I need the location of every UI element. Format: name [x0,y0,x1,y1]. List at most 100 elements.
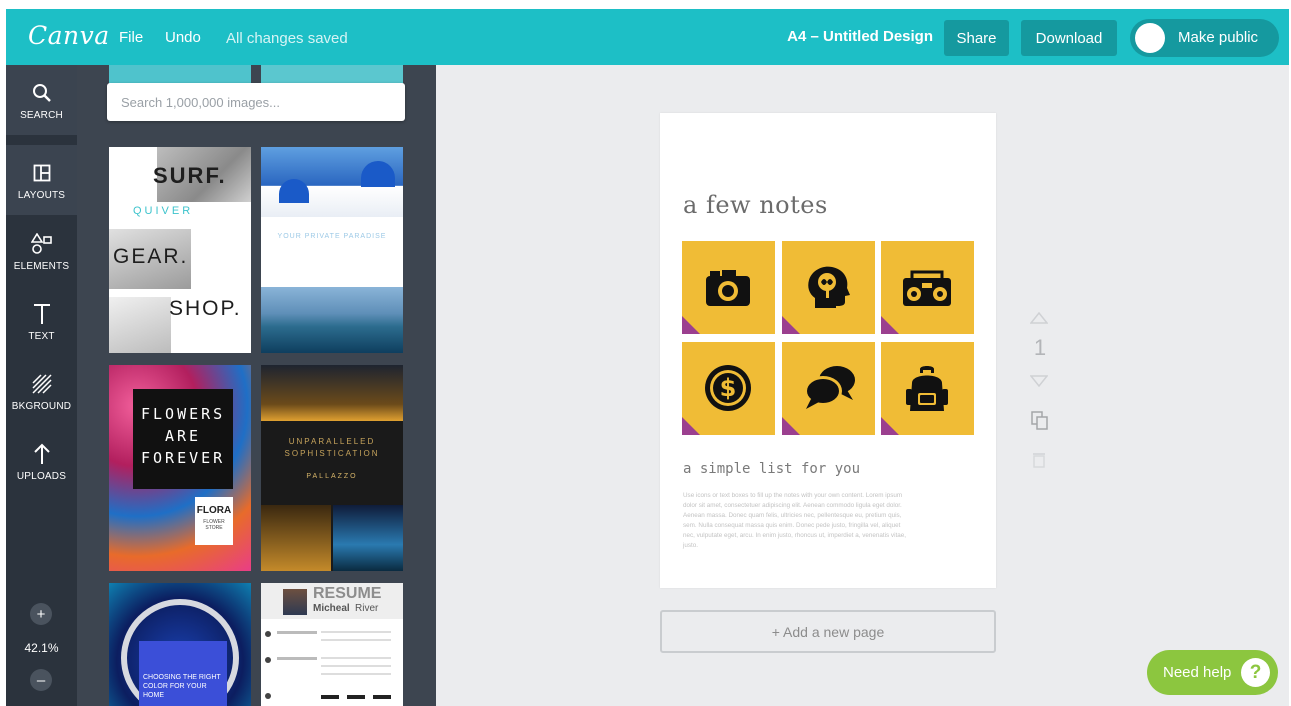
shapes-icon [30,231,53,257]
resume-first: Micheal [313,603,350,614]
hotel-photo [261,365,403,421]
image-search-input[interactable]: Search 1,000,000 images... [107,83,405,121]
shop-text: SHOP. [169,297,242,320]
help-button[interactable]: Need help ? [1147,650,1278,695]
undo-button[interactable]: Undo [165,29,201,46]
resume-line [321,631,391,633]
make-public-label: Make public [1178,29,1259,46]
resume-line [321,639,391,641]
brain-icon [808,266,850,308]
template-color[interactable]: CHOOSING THE RIGHT COLOR FOR YOUR HOME [109,583,251,706]
template-resume[interactable]: RESUME Micheal River [261,583,403,706]
template-paradise[interactable]: YOUR PRIVATE PARADISE [261,147,403,353]
note-brain[interactable] [782,241,875,334]
palazzo-photo-1 [261,505,331,571]
text-icon [32,301,52,327]
page-number: 1 [1033,335,1047,360]
nav-text[interactable]: TEXT [6,286,77,356]
dollar-icon: $ [705,365,751,411]
copy-page-icon[interactable] [1031,411,1049,434]
resume-line [321,665,391,667]
resume-line [321,673,391,675]
nav-background[interactable]: BKGROUND [6,356,77,426]
nav-uploads[interactable]: UPLOADS [6,426,77,496]
nav-label: SEARCH [20,109,63,121]
template-flowers[interactable]: FLOWERS ARE FOREVER FLORA FLOWER STORE [109,365,251,571]
nav-label: ELEMENTS [13,260,70,272]
note-fold [881,417,899,435]
question-icon: ? [1241,658,1270,687]
page-title[interactable]: a few notes [683,191,828,219]
resume-bullet [265,693,271,699]
palazzo-title-2: SOPHISTICATION [284,449,380,458]
note-backpack[interactable] [881,342,974,435]
search-icon [32,80,52,106]
canva-logo[interactable]: Canva [28,21,110,50]
note-boombox[interactable] [881,241,974,334]
surf-brand: QUIVER [133,205,194,217]
surf-text: SURF. [153,163,227,188]
save-status: All changes saved [226,30,348,47]
side-nav: SEARCH LAYOUTS ELEMENTS TEXT BKGROUND UP… [6,65,77,706]
document-title[interactable]: A4 – Untitled Design [787,28,933,45]
resume-line [321,657,391,659]
background-icon [31,371,53,397]
share-button[interactable]: Share [944,20,1009,56]
chat-icon [804,366,855,409]
surf-photo-3 [109,297,171,353]
add-page-button[interactable]: + Add a new page [660,610,996,653]
note-fold [782,316,800,334]
paradise-title: YOUR PRIVATE PARADISE [277,233,387,240]
page-up-icon[interactable] [1029,311,1049,327]
template-surf[interactable]: SURF. QUIVER GEAR. SHOP. [109,147,251,353]
resume-skill-bar [373,695,391,699]
download-button[interactable]: Download [1021,20,1117,56]
toggle-knob [1135,23,1165,53]
resume-line [277,631,317,634]
palazzo-title: UNPARALLELED [288,437,376,446]
note-dollar[interactable]: $ [682,342,775,435]
layout-icon [33,160,51,186]
zoom-out-button[interactable]: – [30,669,52,691]
make-public-toggle[interactable]: Make public [1130,19,1279,57]
resume-line [277,657,317,660]
gear-text: GEAR. [113,245,189,268]
flora-logo: FLORA FLOWER STORE [195,497,233,545]
nav-label: BKGROUND [11,400,72,412]
flowers-title: FLOWERS ARE FOREVER [141,405,226,467]
nav-label: LAYOUTS [17,189,66,201]
note-camera[interactable] [682,241,775,334]
palazzo-brand: PALLAZZO [306,473,358,480]
resume-bullet [265,631,271,637]
top-bar: Canva File Undo All changes saved A4 – U… [6,9,1289,65]
flora-brand: FLORA [196,505,232,516]
delete-page-icon[interactable] [1032,451,1046,471]
help-label: Need help [1163,664,1232,681]
page-down-icon[interactable] [1029,374,1049,390]
zoom-level: 42.1% [24,641,59,655]
resume-last: River [355,603,379,614]
page-body-text[interactable]: Use icons or text boxes to fill up the n… [683,491,911,551]
camera-icon [706,270,750,306]
svg-text:$: $ [720,374,737,402]
note-chat[interactable] [782,342,875,435]
template-palazzo[interactable]: UNPARALLELED SOPHISTICATION PALLAZZO [261,365,403,571]
design-page[interactable]: a few notes $ a simple list for you Use … [660,113,996,588]
resume-skill-bar [321,695,339,699]
note-fold [682,316,700,334]
color-title: CHOOSING THE RIGHT COLOR FOR YOUR HOME [143,674,221,699]
page-subtitle[interactable]: a simple list for you [683,461,860,477]
file-menu[interactable]: File [119,29,143,46]
nav-elements[interactable]: ELEMENTS [6,216,77,286]
dome-shape [279,179,309,203]
nav-search[interactable]: SEARCH [6,65,77,135]
backpack-icon [906,366,948,411]
nav-layouts[interactable]: LAYOUTS [6,145,77,215]
template-panel: SURF. QUIVER GEAR. SHOP. YOUR PRIVATE PA… [77,65,436,706]
nav-label: UPLOADS [16,470,67,482]
app-frame: Canva File Undo All changes saved A4 – U… [6,9,1289,706]
dome-shape [361,161,395,187]
zoom-in-button[interactable]: + [30,603,52,625]
upload-icon [32,441,52,467]
note-fold [682,417,700,435]
